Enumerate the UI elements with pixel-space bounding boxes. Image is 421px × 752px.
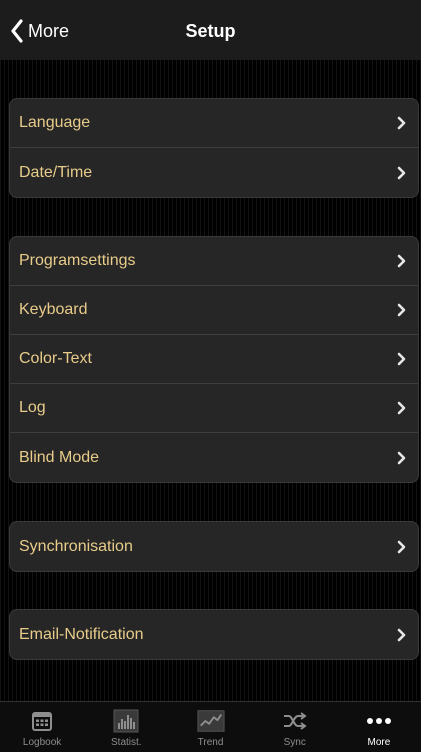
page-title: Setup bbox=[185, 21, 236, 41]
settings-row-date-time[interactable]: Date/Time bbox=[10, 148, 418, 197]
tab-label: Statist. bbox=[111, 737, 142, 748]
settings-group-program: Programsettings Keyboard Color-Text Log … bbox=[9, 236, 419, 483]
shuffle-icon bbox=[281, 708, 309, 734]
settings-group-notification: Email-Notification bbox=[9, 609, 419, 660]
row-label: Date/Time bbox=[19, 163, 93, 181]
tab-logbook[interactable]: Logbook bbox=[0, 702, 84, 752]
row-label: Blind Mode bbox=[19, 448, 100, 466]
chevron-right-icon bbox=[397, 401, 406, 415]
tab-label: More bbox=[367, 737, 391, 748]
settings-row-log[interactable]: Log bbox=[10, 384, 418, 433]
chevron-right-icon bbox=[397, 540, 406, 554]
tab-trend[interactable]: Trend bbox=[168, 702, 252, 752]
navigation-bar: More Setup bbox=[0, 0, 421, 60]
settings-row-email-notification[interactable]: Email-Notification bbox=[10, 610, 418, 659]
row-label: Color-Text bbox=[19, 350, 92, 367]
tab-statist[interactable]: Statist. bbox=[84, 702, 168, 752]
row-label: Programsettings bbox=[19, 252, 136, 269]
row-label: Synchronisation bbox=[19, 537, 133, 555]
settings-row-language[interactable]: Language bbox=[10, 99, 418, 148]
tab-label: Sync bbox=[283, 737, 306, 748]
chevron-right-icon bbox=[397, 166, 406, 180]
row-label: Email-Notification bbox=[19, 625, 144, 643]
settings-row-synchronisation[interactable]: Synchronisation bbox=[10, 522, 418, 571]
more-dots-icon bbox=[365, 708, 393, 734]
row-label: Language bbox=[19, 114, 91, 131]
settings-row-keyboard[interactable]: Keyboard bbox=[10, 286, 418, 335]
trend-icon bbox=[196, 708, 225, 734]
settings-row-blind-mode[interactable]: Blind Mode bbox=[10, 433, 418, 482]
tab-label: Logbook bbox=[22, 737, 62, 748]
settings-list[interactable]: Language Date/Time Programsettings Keybo… bbox=[0, 60, 421, 701]
tab-label: Trend bbox=[197, 737, 224, 748]
chevron-right-icon bbox=[397, 352, 406, 366]
tab-bar: Logbook Statist. Trend Sync More bbox=[0, 701, 421, 752]
chevron-right-icon bbox=[397, 451, 406, 465]
calendar-icon bbox=[28, 708, 56, 734]
settings-row-programsettings[interactable]: Programsettings bbox=[10, 237, 418, 286]
settings-group-general: Language Date/Time bbox=[9, 98, 419, 198]
settings-group-sync: Synchronisation bbox=[9, 521, 419, 572]
settings-row-color-text[interactable]: Color-Text bbox=[10, 335, 418, 384]
bar-chart-icon bbox=[112, 708, 140, 734]
row-label: Log bbox=[19, 399, 46, 416]
chevron-right-icon bbox=[397, 116, 406, 130]
chevron-right-icon bbox=[397, 628, 406, 642]
chevron-right-icon bbox=[397, 303, 406, 317]
row-label: Keyboard bbox=[19, 301, 88, 318]
tab-sync[interactable]: Sync bbox=[253, 702, 337, 752]
tab-more[interactable]: More bbox=[337, 702, 421, 752]
chevron-right-icon bbox=[397, 254, 406, 268]
